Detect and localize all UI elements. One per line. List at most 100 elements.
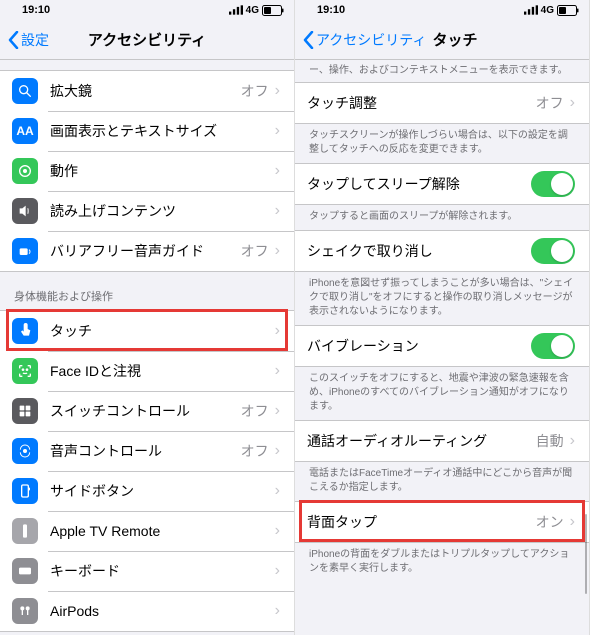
row-label: 拡大鏡 [50,81,241,101]
row-switch-control[interactable]: スイッチコントロール オフ › [0,391,294,431]
row-label: バリアフリー音声ガイド [50,241,241,261]
footer-back-tap: iPhoneの背面をダブルまたはトリプルタップしてアクションを素早く実行します。 [295,543,589,582]
switch-control-icon [12,398,38,424]
toggle-tap-to-wake[interactable] [531,171,575,197]
row-value: オフ [241,241,269,261]
footer-vibration: このスイッチをオフにすると、地震や津波の緊急速報を含め、iPhoneのすべてのバ… [295,367,589,420]
status-time: 19:10 [305,4,345,16]
back-label: アクセシビリティ [316,30,426,50]
truncated-footer: ー、操作、およびコンテキストメニューを表示できます。 [295,60,589,82]
row-value: 自動 [536,431,564,451]
chevron-right-icon: › [570,94,575,112]
text-size-icon: AA [12,118,38,144]
footer-shake-undo: iPhoneを意図せず振ってしまうことが多い場合は、"シェイクで取り消し"をオフ… [295,272,589,325]
navbar: 設定 アクセシビリティ [0,20,294,60]
row-keyboards[interactable]: キーボード › [0,551,294,591]
battery-icon [262,5,284,16]
row-label: タッチ調整 [307,93,536,113]
signal-icon [229,3,243,17]
chevron-right-icon: › [275,402,280,420]
chevron-right-icon: › [275,562,280,580]
right-phone-touch: 19:10 4G アクセシビリティ タッチ ー、操作、およびコンテキストメニュー… [295,0,590,635]
footer-tap-to-wake: タップすると画面のスリープが解除されます。 [295,205,589,230]
back-label: 設定 [21,30,49,50]
chevron-right-icon: › [275,122,280,140]
chevron-right-icon: › [275,242,280,260]
row-motion[interactable]: 動作 › [0,151,294,191]
row-label: 読み上げコンテンツ [50,201,275,221]
touch-icon [12,318,38,344]
row-faceid[interactable]: Face IDと注視 › [0,351,294,391]
scroll-indicator [585,514,588,594]
row-magnifier[interactable]: 拡大鏡 オフ › [0,71,294,111]
chevron-right-icon: › [275,162,280,180]
chevron-right-icon: › [570,513,575,531]
row-call-audio-routing[interactable]: 通話オーディオルーティング 自動 › [295,421,589,461]
network-label: 4G [246,5,259,16]
side-button-icon [12,478,38,504]
row-label: キーボード [50,561,275,581]
airpods-icon [12,598,38,624]
page-title: アクセシビリティ [88,29,206,50]
row-vibration[interactable]: バイブレーション [295,326,589,366]
status-bar: 19:10 4G [0,0,294,20]
row-display-text[interactable]: AA 画面表示とテキストサイズ › [0,111,294,151]
row-label: スイッチコントロール [50,401,241,421]
audio-desc-icon [12,238,38,264]
row-value: オフ [536,93,564,113]
row-value: オフ [241,401,269,421]
row-label: Apple TV Remote [50,523,275,539]
row-shake-to-undo[interactable]: シェイクで取り消し [295,231,589,271]
motion-icon [12,158,38,184]
content-scroll[interactable]: 拡大鏡 オフ › AA 画面表示とテキストサイズ › 動作 › 読み上げコンテン… [0,60,294,635]
toggle-shake-to-undo[interactable] [531,238,575,264]
row-back-tap[interactable]: 背面タップ オン › [295,502,589,542]
page-title: タッチ [432,29,477,50]
row-spoken-content[interactable]: 読み上げコンテンツ › [0,191,294,231]
chevron-right-icon: › [570,432,575,450]
row-voice-control[interactable]: 音声コントロール オフ › [0,431,294,471]
row-label: 背面タップ [307,512,536,532]
row-label: バイブレーション [307,336,531,356]
network-label: 4G [541,5,554,16]
row-value: オン [536,512,564,532]
row-value: オフ [241,81,269,101]
appletv-remote-icon [12,518,38,544]
spoken-content-icon [12,198,38,224]
chevron-right-icon: › [275,362,280,380]
footer-touch-accom: タッチスクリーンが操作しづらい場合は、以下の設定を調整してタッチへの反応を変更で… [295,124,589,163]
magnifier-icon [12,78,38,104]
row-label: サイドボタン [50,481,275,501]
section-header-physical: 身体機能および操作 [0,272,294,310]
chevron-right-icon: › [275,602,280,620]
row-tap-to-wake[interactable]: タップしてスリープ解除 [295,164,589,204]
chevron-right-icon: › [275,202,280,220]
row-label: 音声コントロール [50,441,241,461]
chevron-right-icon: › [275,82,280,100]
row-touch[interactable]: タッチ › [0,311,294,351]
row-label: シェイクで取り消し [307,241,531,261]
row-value: オフ [241,441,269,461]
back-button[interactable]: 設定 [8,30,49,50]
row-side-button[interactable]: サイドボタン › [0,471,294,511]
chevron-right-icon: › [275,322,280,340]
signal-icon [524,3,538,17]
row-airpods[interactable]: AirPods › [0,591,294,631]
row-label: 通話オーディオルーティング [307,431,536,451]
content-scroll[interactable]: ー、操作、およびコンテキストメニューを表示できます。 タッチ調整 オフ › タッ… [295,60,589,635]
faceid-icon [12,358,38,384]
chevron-right-icon: › [275,482,280,500]
back-button[interactable]: アクセシビリティ [303,30,426,50]
row-audio-descriptions[interactable]: バリアフリー音声ガイド オフ › [0,231,294,271]
chevron-right-icon: › [275,522,280,540]
status-bar: 19:10 4G [295,0,589,20]
row-touch-accommodations[interactable]: タッチ調整 オフ › [295,83,589,123]
row-label: AirPods [50,603,275,619]
status-indicators: 4G [229,3,284,17]
row-label: 画面表示とテキストサイズ [50,121,275,141]
toggle-vibration[interactable] [531,333,575,359]
keyboard-icon [12,558,38,584]
battery-icon [557,5,579,16]
row-label: タッチ [50,321,275,341]
row-appletv-remote[interactable]: Apple TV Remote › [0,511,294,551]
